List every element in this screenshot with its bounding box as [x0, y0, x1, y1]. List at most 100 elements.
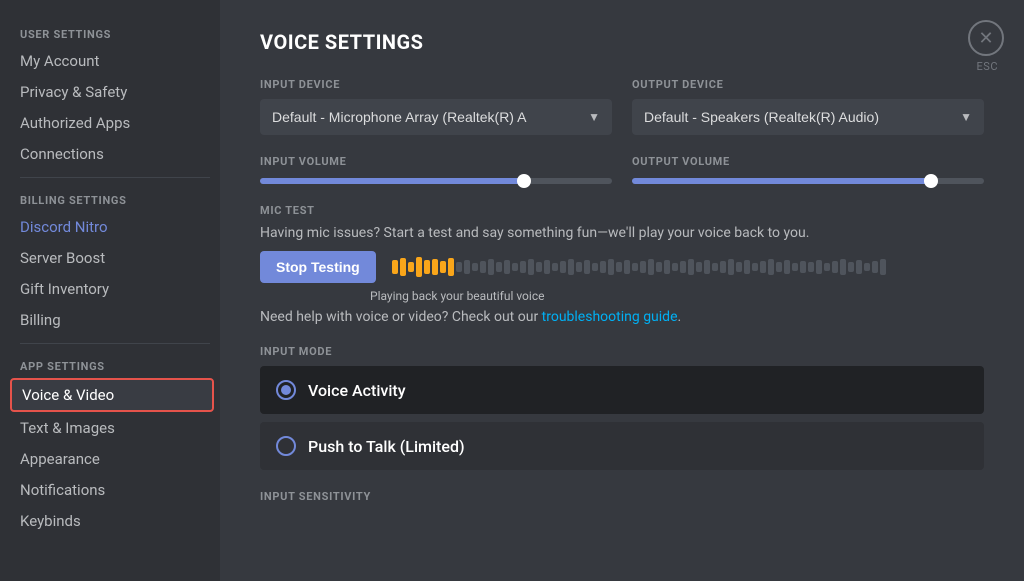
sidebar-item-server-boost[interactable]: Server Boost — [10, 243, 214, 273]
audio-bar — [672, 263, 678, 271]
audio-bar — [608, 259, 614, 275]
sidebar-item-privacy-safety[interactable]: Privacy & Safety — [10, 77, 214, 107]
sidebar: USER SETTINGS My Account Privacy & Safet… — [0, 0, 220, 581]
audio-bar — [856, 260, 862, 274]
sidebar-item-gift-inventory[interactable]: Gift Inventory — [10, 274, 214, 304]
audio-bar — [408, 262, 414, 272]
audio-bar — [648, 259, 654, 275]
divider-billing — [20, 177, 210, 178]
push-to-talk-label: Push to Talk (Limited) — [308, 437, 465, 456]
sidebar-item-voice-video[interactable]: Voice & Video — [10, 378, 214, 412]
audio-bar — [688, 259, 694, 275]
volume-row: INPUT VOLUME OUTPUT VOLUME — [260, 155, 984, 184]
billing-settings-section-label: BILLING SETTINGS — [10, 186, 220, 211]
audio-bar — [416, 257, 422, 277]
audio-bar — [568, 259, 574, 275]
page-title: VOICE SETTINGS — [260, 30, 984, 54]
input-device-group: INPUT DEVICE Default - Microphone Array … — [260, 78, 612, 135]
main-content: ✕ ESC VOICE SETTINGS INPUT DEVICE Defaul… — [220, 0, 1024, 581]
audio-bar — [424, 260, 430, 274]
input-volume-track — [260, 178, 612, 184]
device-row: INPUT DEVICE Default - Microphone Array … — [260, 78, 984, 135]
input-volume-thumb[interactable] — [517, 174, 531, 188]
input-device-label: INPUT DEVICE — [260, 78, 612, 91]
audio-bar — [512, 263, 518, 271]
troubleshoot-link[interactable]: troubleshooting guide — [542, 309, 678, 325]
sidebar-item-appearance[interactable]: Appearance — [10, 444, 214, 474]
sidebar-item-authorized-apps[interactable]: Authorized Apps — [10, 108, 214, 138]
user-settings-section-label: USER SETTINGS — [10, 20, 220, 45]
close-button[interactable]: ✕ — [968, 20, 1004, 56]
push-to-talk-radio[interactable] — [276, 436, 296, 456]
stop-testing-button[interactable]: Stop Testing — [260, 251, 376, 283]
audio-bar — [536, 262, 542, 272]
voice-activity-radio[interactable] — [276, 380, 296, 400]
input-volume-label: INPUT VOLUME — [260, 155, 612, 168]
audio-bar — [768, 259, 774, 275]
audio-bar — [872, 261, 878, 273]
voice-activity-option[interactable]: Voice Activity — [260, 366, 984, 414]
sidebar-item-connections[interactable]: Connections — [10, 139, 214, 169]
audio-bar — [824, 263, 830, 271]
audio-bar — [528, 259, 534, 275]
esc-label: ESC — [977, 60, 998, 73]
voice-activity-label: Voice Activity — [308, 381, 406, 400]
audio-bar — [400, 258, 406, 276]
mic-test-row: Stop Testing — [260, 251, 984, 283]
audio-bar — [520, 261, 526, 273]
audio-bar — [816, 260, 822, 274]
input-sensitivity-section: INPUT SENSITIVITY — [260, 490, 984, 503]
audio-bar — [720, 261, 726, 273]
audio-bar — [480, 261, 486, 273]
audio-bar — [880, 259, 886, 275]
audio-bar — [800, 261, 806, 273]
audio-bar — [656, 262, 662, 272]
output-device-select[interactable]: Default - Speakers (Realtek(R) Audio) — [632, 99, 984, 135]
mic-test-label: MIC TEST — [260, 204, 984, 217]
input-volume-group: INPUT VOLUME — [260, 155, 612, 184]
audio-bar — [696, 262, 702, 272]
push-to-talk-option[interactable]: Push to Talk (Limited) — [260, 422, 984, 470]
input-device-select-wrapper: Default - Microphone Array (Realtek(R) A… — [260, 99, 612, 135]
sidebar-item-my-account[interactable]: My Account — [10, 46, 214, 76]
audio-bar — [576, 262, 582, 272]
output-volume-thumb[interactable] — [924, 174, 938, 188]
audio-bar — [592, 263, 598, 271]
input-volume-fill — [260, 178, 524, 184]
output-volume-label: OUTPUT VOLUME — [632, 155, 984, 168]
audio-bar — [864, 263, 870, 271]
audio-bar — [704, 260, 710, 274]
audio-bar — [760, 261, 766, 273]
audio-bar — [440, 261, 446, 273]
audio-bar — [600, 261, 606, 273]
input-device-select[interactable]: Default - Microphone Array (Realtek(R) A — [260, 99, 612, 135]
troubleshoot-text: Need help with voice or video? Check out… — [260, 309, 984, 325]
sidebar-item-keybinds[interactable]: Keybinds — [10, 506, 214, 536]
audio-bar — [840, 259, 846, 275]
audio-bar — [560, 261, 566, 273]
audio-bar — [744, 260, 750, 274]
app-settings-section-label: APP SETTINGS — [10, 352, 220, 377]
audio-bar — [392, 260, 398, 274]
audio-bar — [712, 263, 718, 271]
sidebar-item-text-images[interactable]: Text & Images — [10, 413, 214, 443]
audio-bar — [736, 262, 742, 272]
audio-bar — [584, 260, 590, 274]
output-device-label: OUTPUT DEVICE — [632, 78, 984, 91]
sidebar-item-billing[interactable]: Billing — [10, 305, 214, 335]
output-device-select-wrapper: Default - Speakers (Realtek(R) Audio) ▼ — [632, 99, 984, 135]
playing-back-text: Playing back your beautiful voice — [370, 289, 984, 303]
audio-bar — [832, 261, 838, 273]
input-sensitivity-label: INPUT SENSITIVITY — [260, 490, 984, 503]
audio-bar — [552, 263, 558, 271]
output-volume-group: OUTPUT VOLUME — [632, 155, 984, 184]
audio-bar — [664, 260, 670, 274]
sidebar-item-discord-nitro[interactable]: Discord Nitro — [10, 212, 214, 242]
audio-bar — [776, 262, 782, 272]
audio-bar — [680, 261, 686, 273]
output-volume-track — [632, 178, 984, 184]
sidebar-item-notifications[interactable]: Notifications — [10, 475, 214, 505]
audio-bar — [616, 262, 622, 272]
audio-visualizer — [392, 257, 984, 277]
audio-bar — [808, 262, 814, 272]
